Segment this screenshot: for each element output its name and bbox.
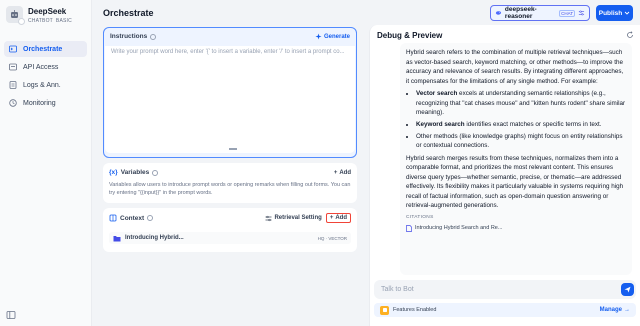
dataset-index-badge: HQ · VECTOR bbox=[317, 235, 347, 241]
app-status-dot bbox=[18, 18, 25, 25]
prompt-placeholder: Write your prompt word here, enter '{' t… bbox=[111, 49, 345, 55]
info-icon[interactable] bbox=[150, 33, 157, 40]
context-title: Context bbox=[109, 214, 154, 222]
bot-answer-message: Hybrid search refers to the combination … bbox=[400, 43, 632, 275]
chat-input[interactable]: Talk to Bot bbox=[374, 280, 636, 299]
app-tag: CHATBOT bbox=[28, 18, 53, 24]
instructions-title-text: Instructions bbox=[110, 33, 148, 40]
answer-paragraph: Hybrid search refers to the combination … bbox=[406, 49, 624, 85]
document-icon bbox=[406, 225, 412, 232]
whale-icon bbox=[495, 11, 502, 15]
chat-placeholder: Talk to Bot bbox=[381, 286, 414, 293]
instructions-title: Instructions bbox=[110, 33, 157, 40]
sidebar-item-logs[interactable]: Logs & Ann. bbox=[4, 77, 87, 93]
variables-card: {x} Variables + Add Variables allow user… bbox=[103, 163, 357, 203]
app-avatar bbox=[6, 6, 25, 25]
variables-title: {x} Variables bbox=[109, 169, 159, 176]
sidebar-item-label: Monitoring bbox=[23, 99, 56, 107]
generate-label: Generate bbox=[323, 33, 350, 40]
sidebar-item-label: API Access bbox=[23, 63, 59, 71]
context-dataset-item[interactable]: Introducing Hybrid... HQ · VECTOR bbox=[109, 232, 351, 244]
sidebar-item-orchestrate[interactable]: Orchestrate bbox=[4, 41, 87, 57]
chevron-down-icon bbox=[624, 11, 630, 15]
sparkle-icon bbox=[315, 33, 322, 40]
plus-icon: + bbox=[329, 215, 334, 221]
app-header: DeepSeek CHATBOT BASIC bbox=[0, 0, 91, 25]
citations-label: CITATIONS bbox=[406, 215, 434, 220]
add-context-button[interactable]: + Add bbox=[325, 213, 351, 223]
send-icon bbox=[624, 286, 631, 293]
book-icon bbox=[109, 214, 117, 222]
answer-bullet-list: Vector search excels at understanding se… bbox=[406, 89, 626, 150]
context-actions: Retrieval Setting + Add bbox=[265, 213, 351, 223]
folder-icon bbox=[113, 235, 121, 241]
info-icon[interactable] bbox=[152, 169, 159, 176]
api-icon bbox=[9, 63, 17, 71]
arrow-right-icon: → bbox=[624, 307, 630, 313]
feature-icon bbox=[380, 305, 389, 315]
features-enabled: Features Enabled bbox=[380, 305, 437, 315]
features-enabled-bar: Features Enabled Manage → bbox=[374, 303, 636, 317]
info-icon[interactable] bbox=[147, 215, 154, 221]
model-name: deepseek-reasoner bbox=[504, 6, 537, 20]
answer-bullet: Other methods (like knowledge graphs) mi… bbox=[416, 132, 626, 151]
publish-label: Publish bbox=[598, 9, 623, 17]
logs-icon bbox=[9, 81, 17, 89]
manage-features-link[interactable]: Manage → bbox=[600, 307, 630, 313]
monitoring-icon bbox=[9, 99, 17, 107]
add-context-label: Add bbox=[335, 215, 347, 221]
debug-title: Debug & Preview bbox=[377, 31, 443, 40]
page-title: Orchestrate bbox=[103, 8, 154, 18]
retrieval-setting-button[interactable]: Retrieval Setting bbox=[265, 215, 322, 222]
sliders-icon bbox=[265, 215, 272, 221]
app-tags: CHATBOT BASIC bbox=[28, 18, 72, 24]
variables-description: Variables allow users to introduce promp… bbox=[109, 182, 351, 196]
model-type-badge: CHAT bbox=[559, 9, 576, 17]
sidebar-item-monitoring[interactable]: Monitoring bbox=[4, 95, 87, 111]
variables-title-text: Variables bbox=[120, 169, 150, 176]
plus-icon: + bbox=[333, 169, 338, 176]
debug-preview-panel: Debug & Preview Hybrid search refers to … bbox=[369, 25, 640, 326]
answer-bullet-term: Keyword search bbox=[416, 120, 465, 128]
sidebar: DeepSeek CHATBOT BASIC Orchestrate API A… bbox=[0, 0, 92, 326]
sidebar-item-api-access[interactable]: API Access bbox=[4, 59, 87, 75]
sidebar-nav: Orchestrate API Access Logs & Ann. Monit… bbox=[0, 41, 91, 111]
sliders-icon bbox=[578, 10, 585, 16]
dataset-name-text: Introducing Hybrid... bbox=[125, 235, 184, 241]
retrieval-setting-label: Retrieval Setting bbox=[274, 215, 322, 221]
features-enabled-label: Features Enabled bbox=[393, 307, 437, 313]
sidebar-item-label: Orchestrate bbox=[23, 45, 63, 53]
sidebar-item-label: Logs & Ann. bbox=[23, 81, 61, 89]
resize-handle[interactable] bbox=[229, 148, 237, 150]
publish-button[interactable]: Publish bbox=[596, 5, 633, 21]
context-card: Context Retrieval Setting + Add Introduc… bbox=[103, 208, 357, 252]
answer-paragraph: Hybrid search merges results from these … bbox=[406, 154, 624, 210]
collapse-sidebar-icon[interactable] bbox=[6, 310, 16, 320]
answer-bullet: Vector search excels at understanding se… bbox=[416, 89, 626, 118]
dataset-name: Introducing Hybrid... bbox=[113, 235, 184, 242]
context-title-text: Context bbox=[120, 214, 145, 222]
answer-bullet-term: Vector search bbox=[416, 90, 458, 98]
answer-bullet: Keyword search identifies exact matches … bbox=[416, 120, 626, 130]
terminal-icon bbox=[9, 45, 17, 53]
manage-label: Manage bbox=[599, 307, 622, 313]
send-button[interactable] bbox=[621, 283, 634, 296]
answer-bullet-text: Other methods (like knowledge graphs) mi… bbox=[416, 132, 623, 150]
citation-item[interactable]: Introducing Hybrid Search and Re... bbox=[406, 224, 626, 232]
answer-bullet-text: identifies exact matches or specific ter… bbox=[464, 120, 602, 128]
add-variable-button[interactable]: + Add bbox=[334, 170, 351, 176]
prompt-editor[interactable]: Write your prompt word here, enter '{' t… bbox=[105, 46, 355, 153]
app-tag: BASIC bbox=[55, 18, 72, 24]
add-variable-label: Add bbox=[339, 169, 351, 176]
app-name: DeepSeek bbox=[28, 7, 67, 16]
model-selector[interactable]: deepseek-reasoner CHAT bbox=[490, 5, 590, 21]
instructions-card: Instructions Generate Write your prompt … bbox=[103, 27, 357, 158]
refresh-icon[interactable] bbox=[626, 31, 634, 39]
citation-title: Introducing Hybrid Search and Re... bbox=[415, 225, 503, 232]
generate-button[interactable]: Generate bbox=[315, 33, 350, 40]
variable-icon: {x} bbox=[109, 169, 118, 176]
